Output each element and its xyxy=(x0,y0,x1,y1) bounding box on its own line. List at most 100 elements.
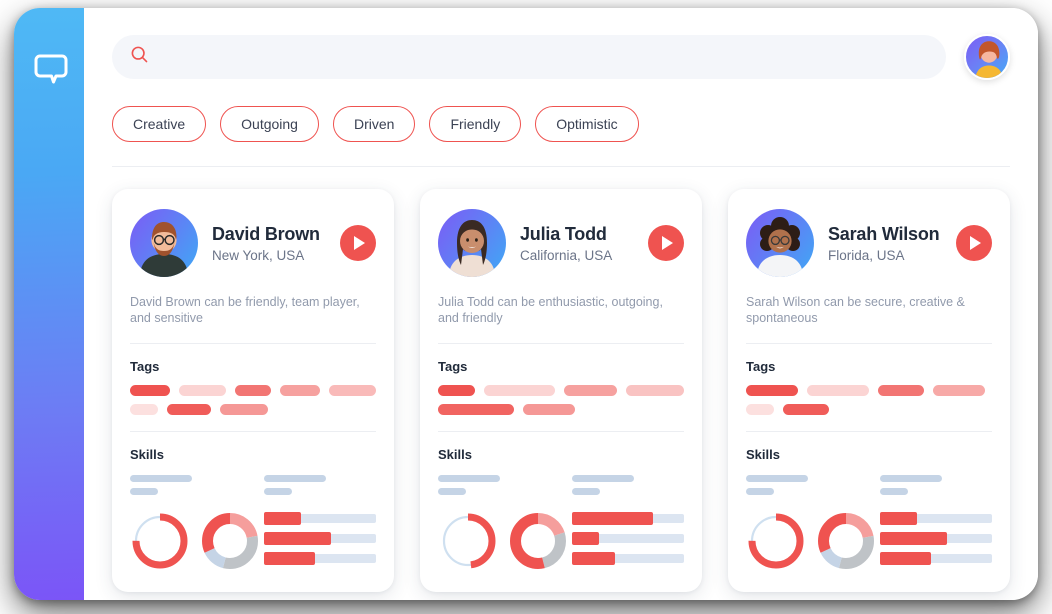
bars-label-placeholder-long xyxy=(571,474,634,482)
play-icon xyxy=(662,236,673,250)
sidebar xyxy=(14,8,84,600)
skills-body xyxy=(130,474,376,574)
tag-placeholder-group xyxy=(746,384,992,415)
header-divider xyxy=(112,166,1010,167)
person-name: David Brown xyxy=(212,223,320,244)
bar-track xyxy=(879,551,992,565)
skills-section-title: Skills xyxy=(130,446,164,462)
person-card[interactable]: Julia Todd California, USA Julia Todd ca… xyxy=(420,189,702,592)
person-description: Julia Todd can be enthusiastic, outgoing… xyxy=(438,295,663,326)
filter-chip-row: Creative Outgoing Driven Friendly Optimi… xyxy=(112,106,1010,166)
card-header: Julia Todd California, USA xyxy=(438,209,684,277)
bar-fill xyxy=(571,531,599,545)
filter-chip-outgoing[interactable]: Outgoing xyxy=(220,106,319,142)
tag-pill xyxy=(746,403,774,415)
donut-charts xyxy=(130,511,258,571)
tag-row xyxy=(746,403,992,415)
tag-pill xyxy=(130,403,158,415)
skills-section-title: Skills xyxy=(438,446,472,462)
search-bar[interactable] xyxy=(112,35,946,79)
bar-fill xyxy=(879,531,948,545)
header xyxy=(112,8,1010,80)
play-button[interactable] xyxy=(956,225,992,261)
bar-track xyxy=(879,531,992,545)
play-button[interactable] xyxy=(648,225,684,261)
bar-track xyxy=(879,511,992,525)
bars-label-placeholder-short xyxy=(263,487,292,495)
skills-label-placeholder-long xyxy=(130,474,192,482)
skills-body xyxy=(438,474,684,574)
bar-track xyxy=(571,531,684,545)
filter-chip-driven[interactable]: Driven xyxy=(332,106,416,142)
card-identity: David Brown New York, USA xyxy=(212,224,326,263)
tag-row xyxy=(438,403,684,415)
person-location: California, USA xyxy=(520,247,613,263)
card-identity: Sarah Wilson Florida, USA xyxy=(828,224,942,263)
tags-section-title: Tags xyxy=(746,358,776,374)
tags-section-title: Tags xyxy=(438,358,468,374)
person-name: Sarah Wilson xyxy=(828,223,940,244)
card-header: David Brown New York, USA xyxy=(130,209,376,277)
bar-track xyxy=(263,511,376,525)
skills-donut-column xyxy=(438,474,566,574)
bar-fill xyxy=(263,531,332,545)
bar-fill xyxy=(571,511,653,525)
donut-pie-chart xyxy=(816,511,876,571)
tag-pill xyxy=(438,403,514,415)
search-icon xyxy=(130,45,149,69)
play-icon xyxy=(970,236,981,250)
tag-pill xyxy=(328,384,376,396)
skills-donut-column xyxy=(746,474,874,574)
tag-placeholder-group xyxy=(438,384,685,415)
person-location: Florida, USA xyxy=(828,247,905,263)
bars-label-placeholder-long xyxy=(879,474,942,482)
tag-row xyxy=(130,384,376,396)
bar-fill xyxy=(571,551,615,565)
tag-pill xyxy=(220,403,268,415)
tag-pill xyxy=(167,403,211,415)
avatar xyxy=(746,209,814,277)
bars-label-placeholder-short xyxy=(879,487,908,495)
skills-label-placeholder-short xyxy=(746,487,774,495)
person-card[interactable]: Sarah Wilson Florida, USA Sarah Wilson c… xyxy=(728,189,1010,592)
tag-pill xyxy=(280,384,320,396)
bar-track xyxy=(571,511,684,525)
person-location: New York, USA xyxy=(212,247,305,263)
person-name: Julia Todd xyxy=(520,223,607,244)
tag-row xyxy=(746,384,992,396)
bars-label-placeholder-short xyxy=(571,487,600,495)
filter-chip-optimistic[interactable]: Optimistic xyxy=(535,106,639,142)
tag-pill xyxy=(234,384,272,396)
card-divider-skills xyxy=(438,430,684,432)
skills-label-placeholder-long xyxy=(746,474,808,482)
bar-track xyxy=(263,531,376,545)
tag-pill xyxy=(626,384,685,396)
skills-bar-column xyxy=(263,474,376,574)
play-button[interactable] xyxy=(340,225,376,261)
tag-pill xyxy=(878,384,924,396)
filter-chip-creative[interactable]: Creative xyxy=(112,106,207,142)
play-icon xyxy=(354,236,365,250)
skills-label-placeholder-long xyxy=(438,474,500,482)
search-input[interactable] xyxy=(161,49,928,65)
card-divider-tags xyxy=(130,342,376,344)
filter-chip-friendly[interactable]: Friendly xyxy=(429,106,522,142)
main-content: Creative Outgoing Driven Friendly Optimi… xyxy=(84,8,1038,600)
tag-placeholder-group xyxy=(130,384,376,415)
skills-label-placeholder-short xyxy=(130,487,158,495)
donut-ring-chart xyxy=(438,511,498,571)
tags-section-title: Tags xyxy=(130,358,160,374)
tag-pill xyxy=(783,403,829,415)
tag-row xyxy=(438,384,685,396)
profile-avatar[interactable] xyxy=(964,34,1010,80)
donut-charts xyxy=(746,511,874,571)
skills-body xyxy=(746,474,992,574)
donut-ring-chart xyxy=(746,511,806,571)
card-identity: Julia Todd California, USA xyxy=(520,224,634,263)
bar-track xyxy=(571,551,684,565)
tag-pill xyxy=(523,403,575,415)
speech-bubble-logo-icon[interactable] xyxy=(34,52,68,86)
bar-fill xyxy=(879,511,917,525)
person-card[interactable]: David Brown New York, USA David Brown ca… xyxy=(112,189,394,592)
bar-fill xyxy=(879,551,932,565)
